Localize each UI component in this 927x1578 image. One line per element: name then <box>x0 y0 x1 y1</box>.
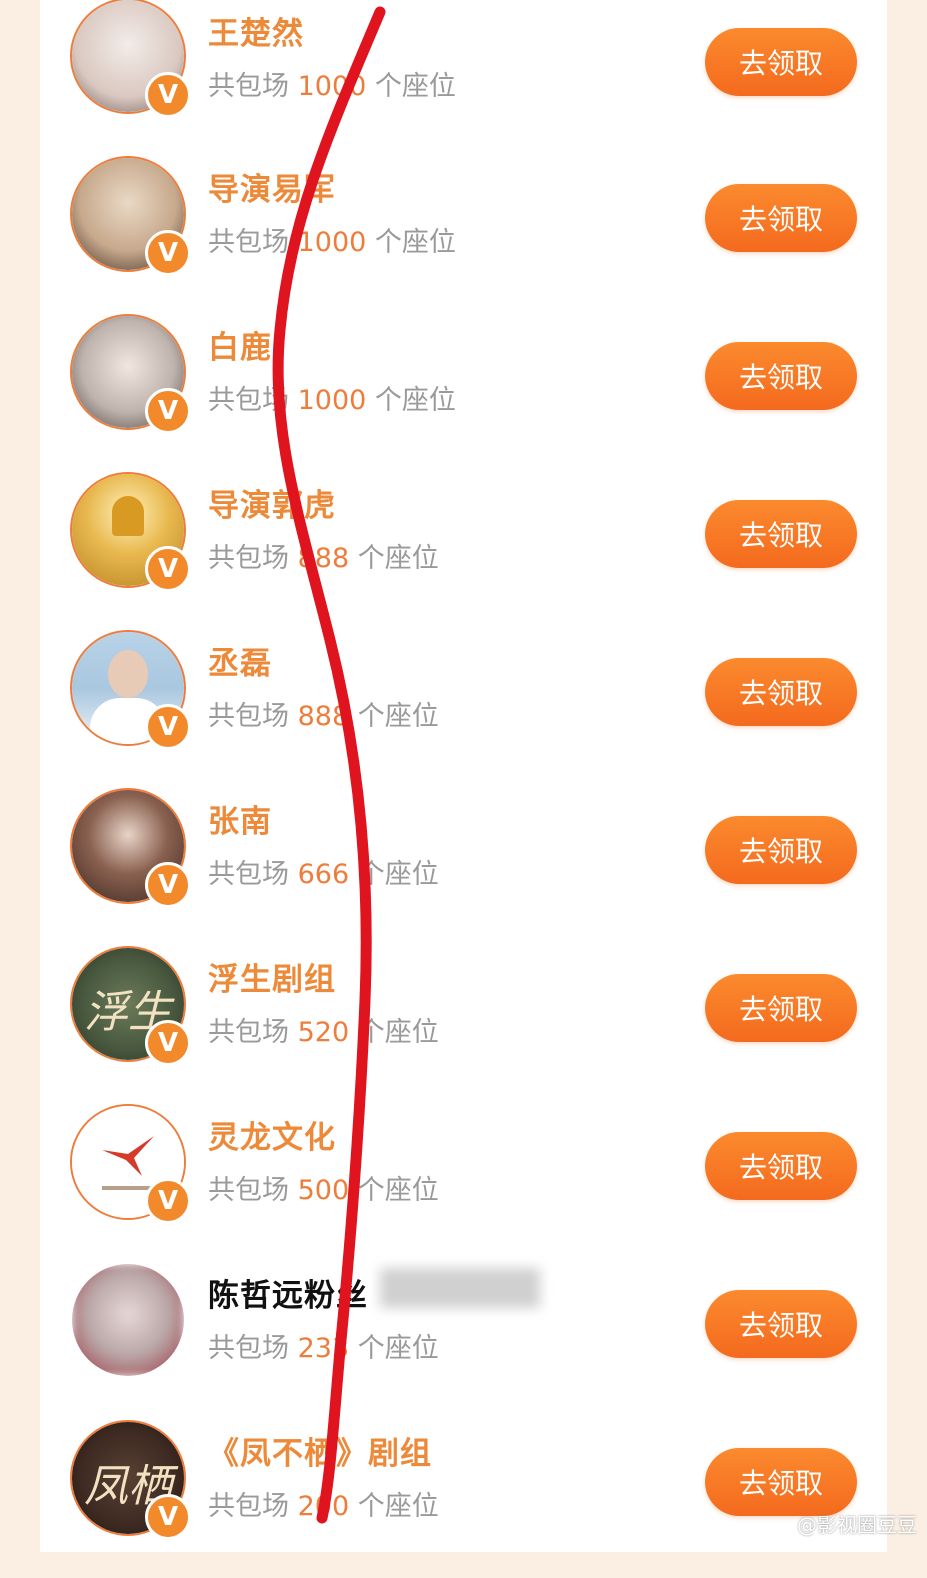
verified-badge-icon: V <box>145 546 191 592</box>
list-item: 浮生 V 浮生剧组 共包场 520 个座位 去领取 <box>40 946 887 1104</box>
list-item: 凤栖 V 《凤不栖》剧组 共包场 200 个座位 去领取 <box>40 1420 887 1578</box>
verified-badge-icon: V <box>145 230 191 276</box>
verified-badge-icon: V <box>145 1494 191 1540</box>
seat-count: 共包场 200 个座位 <box>208 1491 439 1522</box>
list-item: 陈哲远粉丝 共包场 233 个座位 去领取 <box>40 1262 887 1420</box>
list-item: V 白鹿 共包场 1000 个座位 去领取 <box>40 314 887 472</box>
claim-button[interactable]: 去领取 <box>705 500 857 568</box>
seat-count: 共包场 888 个座位 <box>208 701 439 732</box>
seat-count: 共包场 1000 个座位 <box>208 227 456 258</box>
verified-badge-icon: V <box>145 388 191 434</box>
verified-badge-icon: V <box>145 1178 191 1224</box>
avatar[interactable] <box>70 1262 186 1378</box>
verified-badge-icon: V <box>145 862 191 908</box>
item-name[interactable]: 王楚然 <box>208 8 304 53</box>
claim-button[interactable]: 去领取 <box>705 1132 857 1200</box>
claim-button[interactable]: 去领取 <box>705 816 857 884</box>
list-item: V 张南 共包场 666 个座位 去领取 <box>40 788 887 946</box>
item-name[interactable]: 灵龙文化 <box>208 1112 336 1157</box>
claim-button[interactable]: 去领取 <box>705 342 857 410</box>
list-item: V 丞磊 共包场 888 个座位 去领取 <box>40 630 887 788</box>
seat-count: 共包场 500 个座位 <box>208 1175 439 1206</box>
verified-badge-icon: V <box>145 72 191 118</box>
list-item: V 王楚然 共包场 1000 个座位 去领取 <box>40 0 887 158</box>
claim-button[interactable]: 去领取 <box>705 28 857 96</box>
redacted-area <box>380 1268 540 1308</box>
bell-icon <box>112 496 144 536</box>
bird-logo-icon <box>102 1136 154 1176</box>
claim-button[interactable]: 去领取 <box>705 184 857 252</box>
list-item: V 导演易军 共包场 1000 个座位 去领取 <box>40 156 887 314</box>
seat-count: 共包场 520 个座位 <box>208 1017 439 1048</box>
claim-button[interactable]: 去领取 <box>705 658 857 726</box>
item-name[interactable]: 《凤不栖》剧组 <box>208 1428 432 1473</box>
item-name[interactable]: 张南 <box>208 796 272 841</box>
list-item: V 导演郭虎 共包场 888 个座位 去领取 <box>40 472 887 630</box>
item-name[interactable]: 导演郭虎 <box>208 480 336 525</box>
item-name[interactable]: 丞磊 <box>208 638 272 683</box>
item-name[interactable]: 导演易军 <box>208 164 336 209</box>
seat-count: 共包场 1000 个座位 <box>208 385 456 416</box>
seat-count: 共包场 233 个座位 <box>208 1333 439 1364</box>
list-item: V 灵龙文化 共包场 500 个座位 去领取 <box>40 1104 887 1262</box>
seat-count: 共包场 888 个座位 <box>208 543 439 574</box>
seat-count: 共包场 1000 个座位 <box>208 71 456 102</box>
verified-badge-icon: V <box>145 1020 191 1066</box>
claim-button[interactable]: 去领取 <box>705 974 857 1042</box>
list-panel: V 王楚然 共包场 1000 个座位 去领取 V 导演易军 共包场 1000 个… <box>40 0 887 1552</box>
seat-count: 共包场 666 个座位 <box>208 859 439 890</box>
item-name[interactable]: 白鹿 <box>208 322 272 367</box>
item-name[interactable]: 陈哲远粉丝 <box>208 1270 368 1315</box>
item-name[interactable]: 浮生剧组 <box>208 954 336 999</box>
claim-button[interactable]: 去领取 <box>705 1448 857 1516</box>
verified-badge-icon: V <box>145 704 191 750</box>
claim-button[interactable]: 去领取 <box>705 1290 857 1358</box>
watermark: @影视圈豆豆 <box>797 1513 917 1537</box>
